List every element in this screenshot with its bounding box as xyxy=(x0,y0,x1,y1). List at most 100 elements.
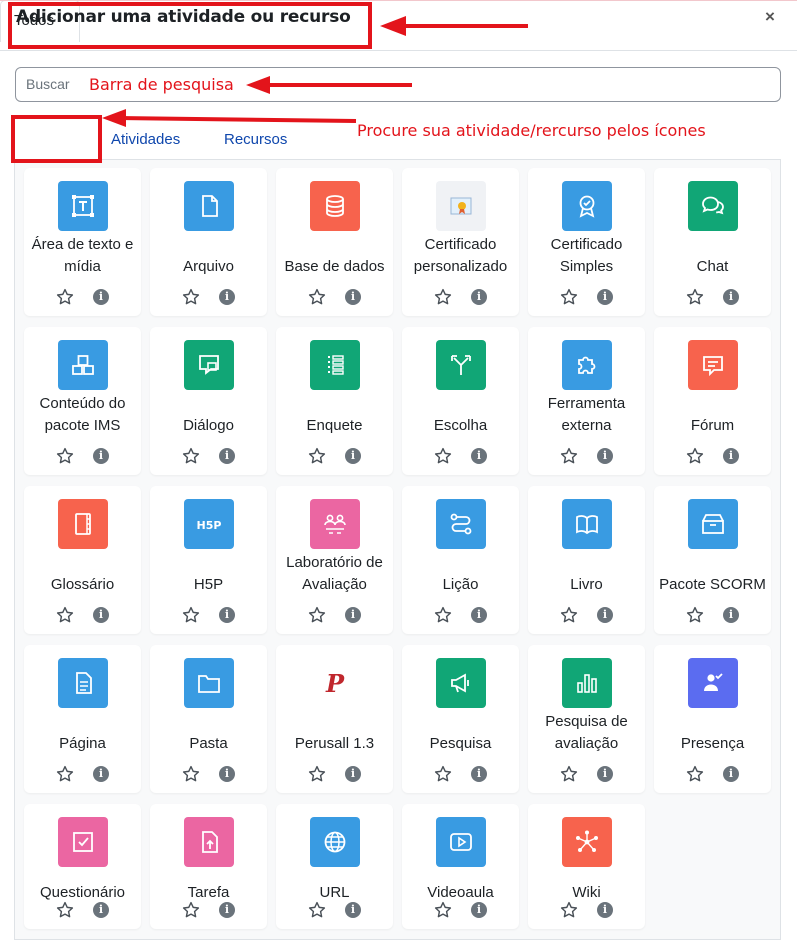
activity-card[interactable]: Laboratório de Avaliação i xyxy=(276,486,393,634)
activity-label: Presença xyxy=(680,735,745,752)
close-icon[interactable]: × xyxy=(762,8,778,25)
info-icon[interactable]: i xyxy=(219,448,235,464)
tabs-arrow-icon xyxy=(102,109,357,127)
info-icon[interactable]: i xyxy=(471,607,487,623)
star-icon[interactable] xyxy=(308,288,326,306)
info-icon[interactable]: i xyxy=(723,607,739,623)
activity-label: Escolha xyxy=(433,417,488,434)
star-icon[interactable] xyxy=(686,447,704,465)
activity-card[interactable]: Escolha i xyxy=(402,327,519,475)
star-icon[interactable] xyxy=(308,901,326,919)
star-icon[interactable] xyxy=(434,606,452,624)
star-icon[interactable] xyxy=(434,901,452,919)
info-icon[interactable]: i xyxy=(723,289,739,305)
activity-card[interactable]: Pesquisa i xyxy=(402,645,519,793)
star-icon[interactable] xyxy=(182,765,200,783)
star-icon[interactable] xyxy=(182,901,200,919)
workshop-icon xyxy=(310,499,360,549)
info-icon[interactable]: i xyxy=(471,766,487,782)
activity-card[interactable]: Fórum i xyxy=(654,327,771,475)
info-icon[interactable]: i xyxy=(597,607,613,623)
activity-card[interactable]: Livro i xyxy=(528,486,645,634)
star-icon[interactable] xyxy=(560,765,578,783)
activity-card[interactable]: P Perusall 1.3 i xyxy=(276,645,393,793)
activity-card[interactable]: Chat i xyxy=(654,168,771,316)
star-icon[interactable] xyxy=(182,447,200,465)
info-icon[interactable]: i xyxy=(93,902,109,918)
info-icon[interactable]: i xyxy=(597,902,613,918)
star-icon[interactable] xyxy=(56,901,74,919)
activity-card[interactable]: Pesquisa de avaliação i xyxy=(528,645,645,793)
star-icon[interactable] xyxy=(182,288,200,306)
info-icon[interactable]: i xyxy=(93,607,109,623)
info-icon[interactable]: i xyxy=(471,902,487,918)
info-icon[interactable]: i xyxy=(345,607,361,623)
tab-atividades[interactable]: Atividades xyxy=(111,131,180,148)
info-icon[interactable]: i xyxy=(219,902,235,918)
star-icon[interactable] xyxy=(560,288,578,306)
activity-card[interactable]: Glossário i xyxy=(24,486,141,634)
info-icon[interactable]: i xyxy=(723,766,739,782)
tab-recursos[interactable]: Recursos xyxy=(224,131,287,148)
activity-card[interactable]: Videoaula i xyxy=(402,804,519,929)
star-icon[interactable] xyxy=(308,765,326,783)
activity-grid: Área de texto e mídia i Arquivo i Base de da… xyxy=(14,159,781,940)
activity-card[interactable]: Certificado personalizado i xyxy=(402,168,519,316)
info-icon[interactable]: i xyxy=(219,289,235,305)
star-icon[interactable] xyxy=(182,606,200,624)
info-icon[interactable]: i xyxy=(471,448,487,464)
star-icon[interactable] xyxy=(56,288,74,306)
activity-card[interactable]: URL i xyxy=(276,804,393,929)
star-icon[interactable] xyxy=(686,606,704,624)
activity-card[interactable]: Base de dados i xyxy=(276,168,393,316)
activity-card[interactable]: Presença i xyxy=(654,645,771,793)
info-icon[interactable]: i xyxy=(471,289,487,305)
activity-card[interactable]: Área de texto e mídia i xyxy=(24,168,141,316)
activity-card[interactable]: Enquete i xyxy=(276,327,393,475)
star-icon[interactable] xyxy=(560,901,578,919)
star-icon[interactable] xyxy=(560,606,578,624)
star-icon[interactable] xyxy=(686,288,704,306)
activity-card[interactable]: Ferramenta externa i xyxy=(528,327,645,475)
info-icon[interactable]: i xyxy=(723,448,739,464)
activity-label: Laboratório de Avaliação xyxy=(286,554,383,593)
activity-card[interactable]: Diálogo i xyxy=(150,327,267,475)
info-icon[interactable]: i xyxy=(345,448,361,464)
activity-label: Base de dados xyxy=(284,258,385,275)
star-icon[interactable] xyxy=(434,447,452,465)
star-icon[interactable] xyxy=(308,606,326,624)
activity-card[interactable]: Tarefa i xyxy=(150,804,267,929)
star-icon[interactable] xyxy=(308,447,326,465)
info-icon[interactable]: i xyxy=(93,448,109,464)
activity-card[interactable]: Conteúdo do pacote IMS i xyxy=(24,327,141,475)
svg-text:P: P xyxy=(325,669,345,697)
info-icon[interactable]: i xyxy=(345,766,361,782)
activity-label: Tarefa xyxy=(187,884,230,901)
info-icon[interactable]: i xyxy=(93,289,109,305)
activity-card[interactable]: Certificado Simples i xyxy=(528,168,645,316)
activity-card[interactable]: Wiki i xyxy=(528,804,645,929)
star-icon[interactable] xyxy=(56,606,74,624)
star-icon[interactable] xyxy=(686,765,704,783)
info-icon[interactable]: i xyxy=(93,766,109,782)
info-icon[interactable]: i xyxy=(597,289,613,305)
activity-card[interactable]: Lição i xyxy=(402,486,519,634)
search-input[interactable] xyxy=(26,76,81,92)
info-icon[interactable]: i xyxy=(345,289,361,305)
info-icon[interactable]: i xyxy=(597,766,613,782)
star-icon[interactable] xyxy=(434,765,452,783)
activity-card[interactable]: Questionário i xyxy=(24,804,141,929)
star-icon[interactable] xyxy=(56,765,74,783)
info-icon[interactable]: i xyxy=(219,607,235,623)
star-icon[interactable] xyxy=(56,447,74,465)
activity-card[interactable]: Pasta i xyxy=(150,645,267,793)
info-icon[interactable]: i xyxy=(597,448,613,464)
activity-card[interactable]: Arquivo i xyxy=(150,168,267,316)
star-icon[interactable] xyxy=(560,447,578,465)
activity-card[interactable]: Página i xyxy=(24,645,141,793)
activity-card[interactable]: H5P H5P i xyxy=(150,486,267,634)
activity-card[interactable]: Pacote SCORM i xyxy=(654,486,771,634)
star-icon[interactable] xyxy=(434,288,452,306)
info-icon[interactable]: i xyxy=(219,766,235,782)
info-icon[interactable]: i xyxy=(345,902,361,918)
